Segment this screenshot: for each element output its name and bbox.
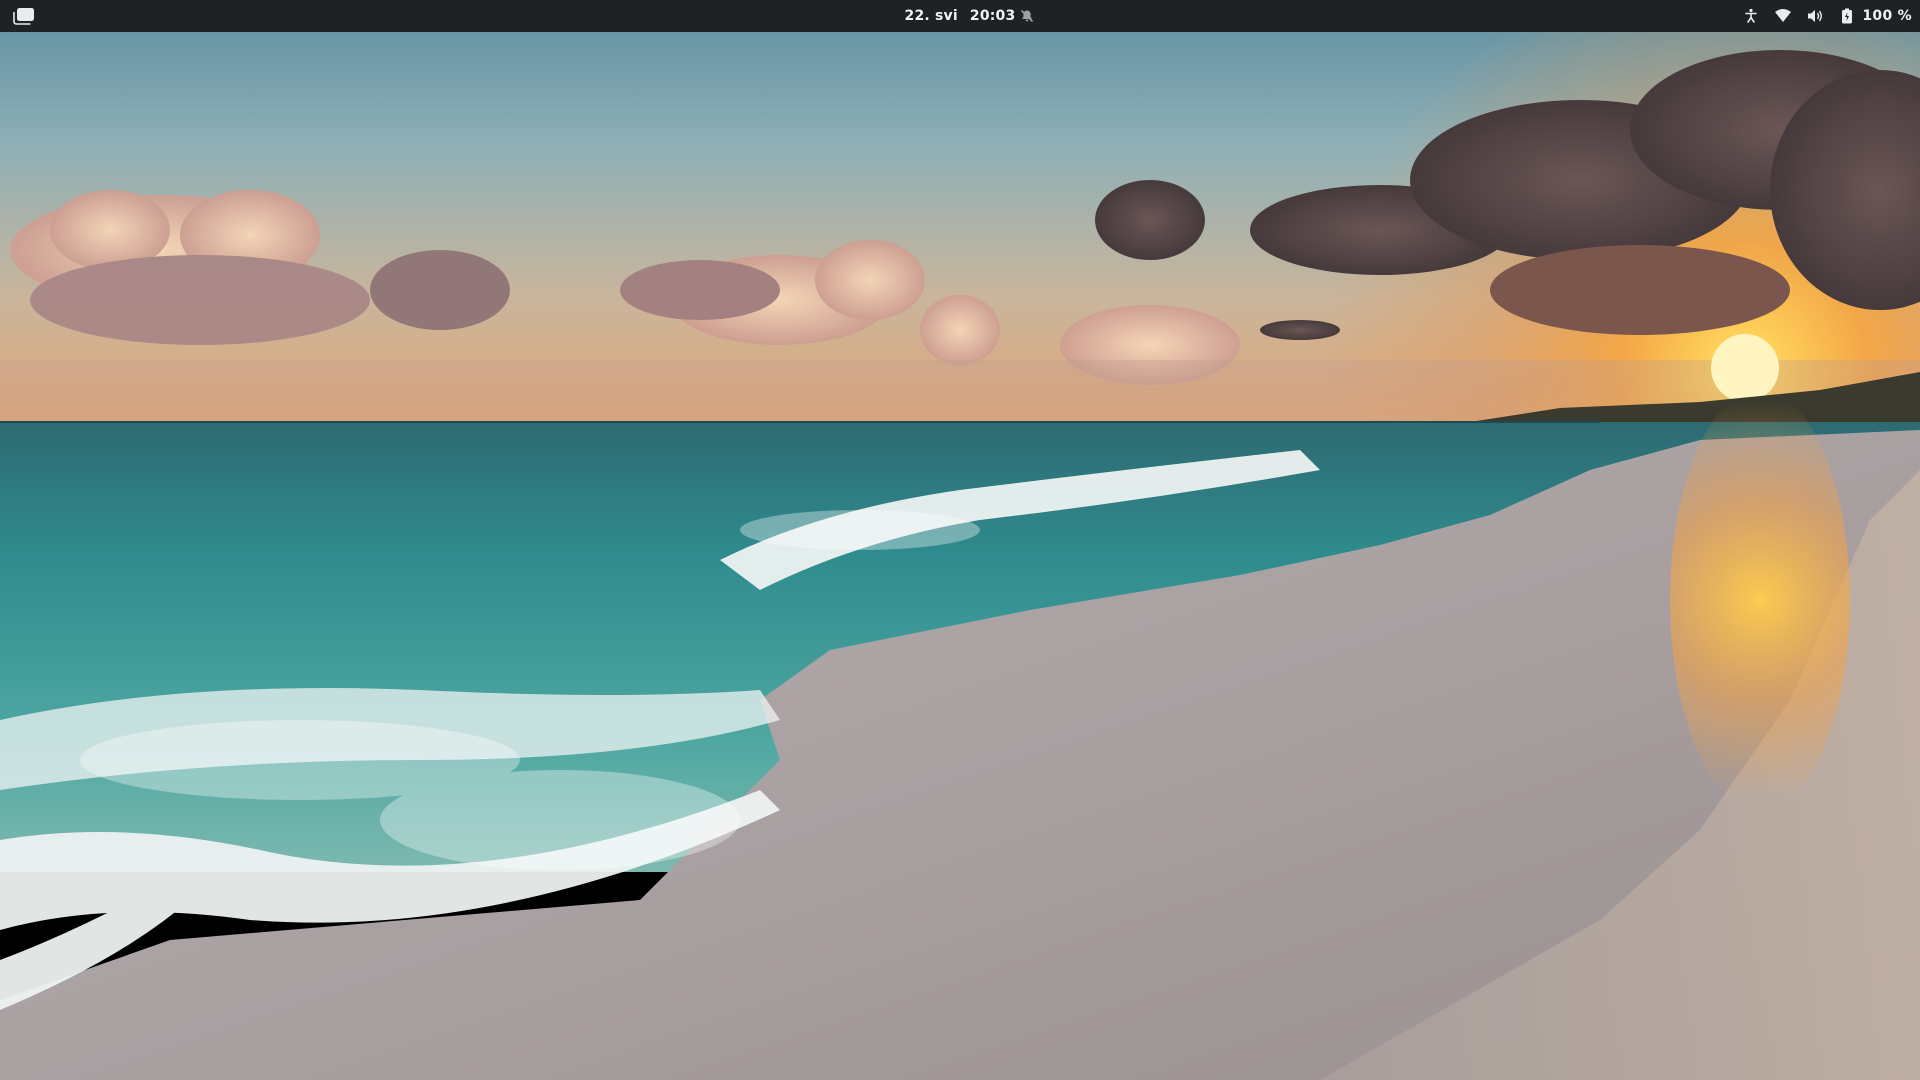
clock-time: 20:03 <box>969 8 1016 24</box>
overview-icon <box>13 7 35 25</box>
battery-icon[interactable] <box>1838 7 1856 25</box>
clock-date: 22. svi <box>904 8 958 24</box>
do-not-disturb-indicator[interactable] <box>1016 0 1038 32</box>
date-time-button[interactable]: 22. svi 20:03 <box>900 0 1020 32</box>
wallpaper <box>0 0 1920 1080</box>
activities-button[interactable] <box>6 0 42 32</box>
wifi-icon[interactable] <box>1774 7 1792 25</box>
bell-muted-icon <box>1020 9 1034 23</box>
system-tray[interactable]: 100 % <box>1742 0 1912 32</box>
battery-percentage[interactable]: 100 % <box>1862 8 1912 24</box>
volume-icon[interactable] <box>1806 7 1824 25</box>
top-bar: 22. svi 20:03 100 % <box>0 0 1920 32</box>
accessibility-icon[interactable] <box>1742 7 1760 25</box>
desktop[interactable]: 22. svi 20:03 100 % <box>0 0 1920 1080</box>
